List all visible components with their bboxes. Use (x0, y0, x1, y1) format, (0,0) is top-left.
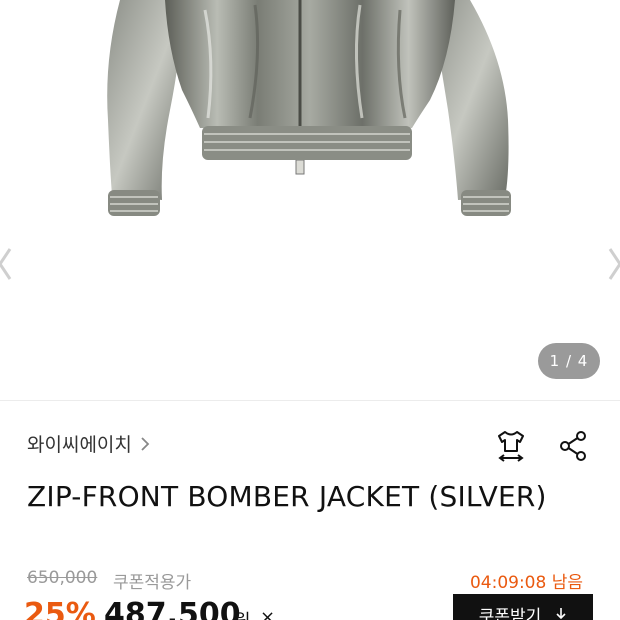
next-image-button[interactable] (604, 238, 620, 290)
download-icon (556, 608, 566, 620)
original-price: 650,000 (27, 568, 98, 588)
brand-name: 와이씨에이치 (27, 434, 132, 456)
brand-link[interactable]: 와이씨에이치 (27, 430, 152, 457)
price-meta-row: 650,000 쿠폰적용가 04:09:08 남음 (27, 568, 593, 593)
discount-rate: 25% (24, 597, 96, 620)
prev-image-button[interactable] (0, 238, 16, 290)
currency-unit: 원 (234, 607, 251, 620)
section-divider (0, 400, 620, 401)
coupon-button-label: 쿠폰받기 (478, 606, 542, 620)
share-button[interactable] (556, 428, 590, 464)
chevron-left-icon (0, 248, 12, 280)
shirt-size-icon (498, 431, 524, 462)
coupon-price-label: 쿠폰적용가 (113, 573, 192, 593)
chevron-right-icon (608, 248, 620, 280)
size-guide-button[interactable] (494, 428, 528, 464)
sale-price: 487,500 (104, 597, 241, 620)
product-actions (494, 428, 590, 464)
chevron-right-icon (141, 436, 150, 451)
product-title: ZIP-FRONT BOMBER JACKET (SILVER) (27, 480, 547, 513)
get-coupon-button[interactable]: 쿠폰받기 (453, 594, 593, 620)
product-image-gallery[interactable]: 1 / 4 (0, 0, 620, 400)
countdown-timer: 04:09:08 남음 (469, 573, 583, 593)
share-icon (560, 431, 586, 461)
product-photo (107, 0, 511, 216)
image-counter-badge: 1 / 4 (538, 343, 600, 379)
price-info-toggle[interactable]: × (260, 607, 275, 620)
